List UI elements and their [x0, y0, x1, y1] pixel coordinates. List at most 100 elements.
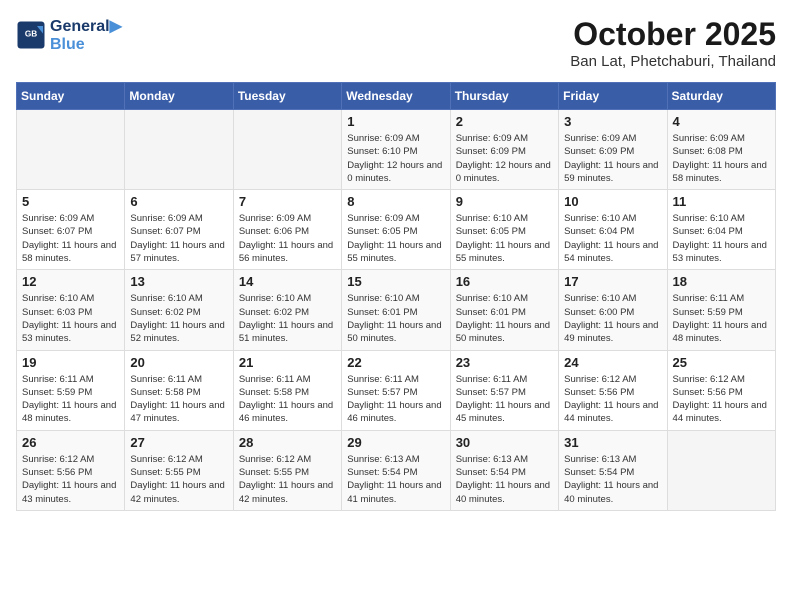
weekday-header-row: SundayMondayTuesdayWednesdayThursdayFrid… — [17, 83, 776, 110]
calendar-cell: 6 Sunrise: 6:09 AMSunset: 6:07 PMDaylight… — [125, 190, 233, 270]
calendar-cell: 12 Sunrise: 6:10 AMSunset: 6:03 PMDayligh… — [17, 270, 125, 350]
calendar-cell — [125, 110, 233, 190]
weekday-header-sunday: Sunday — [17, 83, 125, 110]
day-info: Sunrise: 6:12 AMSunset: 5:55 PMDaylight:… — [130, 453, 227, 506]
calendar-cell: 28 Sunrise: 6:12 AMSunset: 5:55 PMDayligh… — [233, 430, 341, 510]
calendar-cell: 9Sunrise: 6:10 AMSunset: 6:05 PMDaylight… — [450, 190, 558, 270]
day-number: 13 — [130, 274, 227, 289]
calendar-cell: 30Sunrise: 6:13 AMSunset: 5:54 PMDayligh… — [450, 430, 558, 510]
day-number: 2 — [456, 114, 553, 129]
week-row-5: 26 Sunrise: 6:12 AMSunset: 5:56 PMDayligh… — [17, 430, 776, 510]
calendar-cell: 17 Sunrise: 6:10 AMSunset: 6:00 PMDayligh… — [559, 270, 667, 350]
day-number: 29 — [347, 435, 444, 450]
day-info: Sunrise: 6:10 AMSunset: 6:02 PMDaylight:… — [130, 292, 227, 345]
calendar-table: SundayMondayTuesdayWednesdayThursdayFrid… — [16, 82, 776, 511]
weekday-header-wednesday: Wednesday — [342, 83, 450, 110]
day-info: Sunrise: 6:10 AMSunset: 6:05 PMDaylight:… — [456, 212, 553, 265]
day-info: Sunrise: 6:12 AMSunset: 5:56 PMDaylight:… — [22, 453, 119, 506]
calendar-cell: 18 Sunrise: 6:11 AMSunset: 5:59 PMDayligh… — [667, 270, 775, 350]
day-number: 26 — [22, 435, 119, 450]
day-info: Sunrise: 6:09 AMSunset: 6:09 PMDaylight:… — [456, 132, 553, 185]
calendar-cell: 11 Sunrise: 6:10 AMSunset: 6:04 PMDayligh… — [667, 190, 775, 270]
day-info: Sunrise: 6:11 AMSunset: 5:58 PMDaylight:… — [130, 373, 227, 426]
day-info: Sunrise: 6:09 AMSunset: 6:07 PMDaylight:… — [22, 212, 119, 265]
week-row-2: 5 Sunrise: 6:09 AMSunset: 6:07 PMDaylight… — [17, 190, 776, 270]
weekday-header-saturday: Saturday — [667, 83, 775, 110]
day-number: 28 — [239, 435, 336, 450]
day-number: 31 — [564, 435, 661, 450]
day-info: Sunrise: 6:09 AMSunset: 6:10 PMDaylight:… — [347, 132, 444, 185]
day-number: 8 — [347, 194, 444, 209]
title-block: October 2025 Ban Lat, Phetchaburi, Thail… — [570, 16, 776, 70]
day-number: 5 — [22, 194, 119, 209]
day-number: 11 — [673, 194, 770, 209]
weekday-header-tuesday: Tuesday — [233, 83, 341, 110]
day-info: Sunrise: 6:11 AMSunset: 5:59 PMDaylight:… — [673, 292, 770, 345]
day-info: Sunrise: 6:13 AMSunset: 5:54 PMDaylight:… — [347, 453, 444, 506]
calendar-cell: 21 Sunrise: 6:11 AMSunset: 5:58 PMDayligh… — [233, 350, 341, 430]
day-number: 14 — [239, 274, 336, 289]
week-row-1: 1 Sunrise: 6:09 AMSunset: 6:10 PMDaylight… — [17, 110, 776, 190]
day-number: 18 — [673, 274, 770, 289]
logo-text-general: General▶ — [50, 16, 122, 36]
day-info: Sunrise: 6:09 AMSunset: 6:08 PMDaylight:… — [673, 132, 770, 185]
day-info: Sunrise: 6:11 AMSunset: 5:58 PMDaylight:… — [239, 373, 336, 426]
day-number: 27 — [130, 435, 227, 450]
calendar-cell: 23 Sunrise: 6:11 AMSunset: 5:57 PMDayligh… — [450, 350, 558, 430]
weekday-header-friday: Friday — [559, 83, 667, 110]
calendar-cell: 19 Sunrise: 6:11 AMSunset: 5:59 PMDayligh… — [17, 350, 125, 430]
day-info: Sunrise: 6:09 AMSunset: 6:07 PMDaylight:… — [130, 212, 227, 265]
month-title: October 2025 — [570, 16, 776, 53]
location: Ban Lat, Phetchaburi, Thailand — [570, 53, 776, 70]
calendar-cell: 10Sunrise: 6:10 AMSunset: 6:04 PMDayligh… — [559, 190, 667, 270]
day-info: Sunrise: 6:12 AMSunset: 5:55 PMDaylight:… — [239, 453, 336, 506]
calendar-cell: 13 Sunrise: 6:10 AMSunset: 6:02 PMDayligh… — [125, 270, 233, 350]
day-info: Sunrise: 6:09 AMSunset: 6:05 PMDaylight:… — [347, 212, 444, 265]
calendar-cell: 22Sunrise: 6:11 AMSunset: 5:57 PMDayligh… — [342, 350, 450, 430]
calendar-cell: 20 Sunrise: 6:11 AMSunset: 5:58 PMDayligh… — [125, 350, 233, 430]
day-info: Sunrise: 6:10 AMSunset: 6:03 PMDaylight:… — [22, 292, 119, 345]
svg-text:GB: GB — [25, 30, 37, 39]
day-info: Sunrise: 6:12 AMSunset: 5:56 PMDaylight:… — [673, 373, 770, 426]
day-info: Sunrise: 6:10 AMSunset: 6:01 PMDaylight:… — [456, 292, 553, 345]
calendar-cell — [667, 430, 775, 510]
day-number: 6 — [130, 194, 227, 209]
week-row-3: 12 Sunrise: 6:10 AMSunset: 6:03 PMDayligh… — [17, 270, 776, 350]
day-number: 25 — [673, 355, 770, 370]
day-info: Sunrise: 6:11 AMSunset: 5:59 PMDaylight:… — [22, 373, 119, 426]
page-header: GB General▶ Blue October 2025 Ban Lat, P… — [16, 16, 776, 70]
day-number: 19 — [22, 355, 119, 370]
day-number: 4 — [673, 114, 770, 129]
calendar-cell: 1 Sunrise: 6:09 AMSunset: 6:10 PMDaylight… — [342, 110, 450, 190]
day-info: Sunrise: 6:11 AMSunset: 5:57 PMDaylight:… — [347, 373, 444, 426]
calendar-cell: 2 Sunrise: 6:09 AMSunset: 6:09 PMDaylight… — [450, 110, 558, 190]
day-number: 23 — [456, 355, 553, 370]
day-number: 12 — [22, 274, 119, 289]
calendar-cell — [233, 110, 341, 190]
calendar-cell: 31Sunrise: 6:13 AMSunset: 5:54 PMDayligh… — [559, 430, 667, 510]
calendar-cell: 16 Sunrise: 6:10 AMSunset: 6:01 PMDayligh… — [450, 270, 558, 350]
day-number: 21 — [239, 355, 336, 370]
day-info: Sunrise: 6:10 AMSunset: 6:01 PMDaylight:… — [347, 292, 444, 345]
weekday-header-thursday: Thursday — [450, 83, 558, 110]
calendar-cell: 8 Sunrise: 6:09 AMSunset: 6:05 PMDaylight… — [342, 190, 450, 270]
day-info: Sunrise: 6:10 AMSunset: 6:02 PMDaylight:… — [239, 292, 336, 345]
day-info: Sunrise: 6:10 AMSunset: 6:00 PMDaylight:… — [564, 292, 661, 345]
calendar-cell: 15 Sunrise: 6:10 AMSunset: 6:01 PMDayligh… — [342, 270, 450, 350]
week-row-4: 19 Sunrise: 6:11 AMSunset: 5:59 PMDayligh… — [17, 350, 776, 430]
day-number: 1 — [347, 114, 444, 129]
calendar-cell: 3Sunrise: 6:09 AMSunset: 6:09 PMDaylight… — [559, 110, 667, 190]
calendar-cell: 25 Sunrise: 6:12 AMSunset: 5:56 PMDayligh… — [667, 350, 775, 430]
day-number: 20 — [130, 355, 227, 370]
day-number: 15 — [347, 274, 444, 289]
day-info: Sunrise: 6:11 AMSunset: 5:57 PMDaylight:… — [456, 373, 553, 426]
day-info: Sunrise: 6:09 AMSunset: 6:06 PMDaylight:… — [239, 212, 336, 265]
day-number: 17 — [564, 274, 661, 289]
day-number: 3 — [564, 114, 661, 129]
day-info: Sunrise: 6:13 AMSunset: 5:54 PMDaylight:… — [456, 453, 553, 506]
logo: GB General▶ Blue — [16, 16, 122, 54]
logo-icon: GB — [16, 20, 46, 50]
day-number: 16 — [456, 274, 553, 289]
logo-text-blue: Blue — [50, 36, 122, 54]
day-info: Sunrise: 6:10 AMSunset: 6:04 PMDaylight:… — [673, 212, 770, 265]
